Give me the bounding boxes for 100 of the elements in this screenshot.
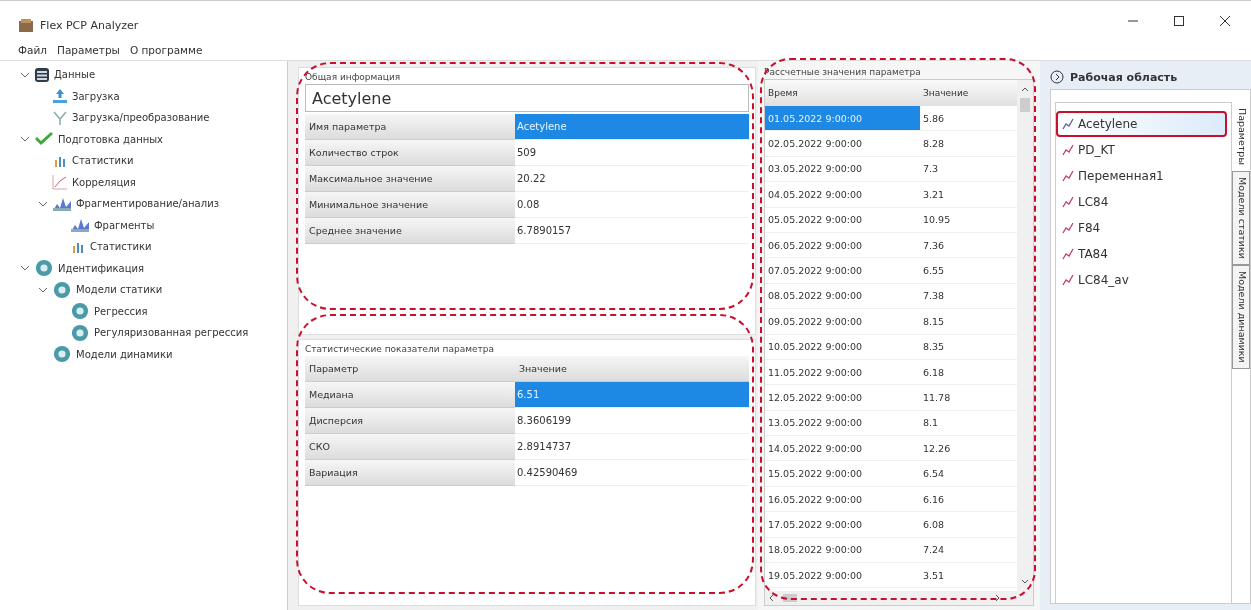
tree-item[interactable]: Идентификация [58, 262, 144, 274]
line-chart-icon [1062, 274, 1074, 286]
table-cell[interactable]: 14.05.2022 9:00:00 [765, 436, 920, 461]
row-header: Минимальное значение [305, 192, 515, 218]
menu-item[interactable]: Файл [18, 44, 47, 56]
table-cell-text: 7.38 [922, 289, 946, 304]
parameter-item[interactable]: TA84 [1056, 241, 1227, 267]
table-cell-text: 8.35 [922, 340, 946, 355]
table-cell[interactable]: 19.05.2022 9:00:00 [765, 563, 920, 588]
row-header: СКО [305, 433, 515, 460]
row-header: Среднее значение [305, 218, 515, 244]
vertical-scrollbar[interactable] [1017, 80, 1033, 605]
side-tab[interactable]: Модели статики [1232, 170, 1250, 265]
table-cell-text: 11.78 [922, 391, 952, 405]
table-cell-text: 6.55 [922, 264, 946, 279]
scroll-left-icon[interactable] [768, 594, 776, 602]
scrollbar-thumb[interactable] [1020, 98, 1030, 112]
table-cell[interactable]: 13.05.2022 9:00:00 [765, 410, 920, 436]
table-cell[interactable]: 04.05.2022 9:00:00 [765, 182, 920, 207]
gear-icon [52, 280, 72, 299]
tree-item[interactable]: Корреляция [72, 176, 136, 188]
parameter-item[interactable]: PD_KT [1056, 137, 1227, 163]
table-cell-text: 3.51 [922, 568, 946, 583]
window-title: Flex PCP Analyzer [40, 19, 139, 32]
parameter-item[interactable]: F84 [1056, 215, 1227, 241]
line-chart-icon [1062, 144, 1074, 156]
tree-item[interactable]: Модели динамики [76, 348, 173, 360]
line-chart-icon [1062, 118, 1074, 130]
table-cell[interactable]: 6.7890157 [515, 218, 749, 244]
table-cell[interactable]: 09.05.2022 9:00:00 [765, 309, 920, 334]
table-cell[interactable]: 02.05.2022 9:00:00 [765, 131, 920, 156]
line-chart-icon [1062, 222, 1074, 234]
table-cell[interactable]: 07.05.2022 9:00:00 [765, 258, 920, 283]
tree-item[interactable]: Регрессия [94, 305, 148, 317]
menu-item[interactable]: О программе [129, 44, 203, 56]
line-chart-icon [1062, 196, 1074, 208]
group-title: Общая информация [305, 72, 402, 82]
table-cell[interactable]: 2.8914737 [515, 433, 749, 460]
side-tab[interactable]: Модели динамики [1232, 264, 1250, 369]
tree-item[interactable]: Фрагментирование/анализ [76, 198, 219, 210]
line-chart-icon [1062, 248, 1074, 260]
table-cell[interactable]: 08.05.2022 9:00:00 [765, 283, 920, 309]
scrollbar-thumb[interactable] [783, 594, 797, 602]
table-cell[interactable]: 01.05.2022 9:00:00 [765, 106, 920, 131]
parameter-item[interactable]: Переменная1 [1056, 163, 1227, 189]
app-icon [18, 17, 34, 34]
scatter-chart-icon [52, 174, 68, 191]
table-cell-text: 7.24 [922, 543, 946, 558]
tree-item[interactable]: Регуляризованная регрессия [94, 327, 249, 339]
column-header: Параметр [305, 355, 515, 382]
scroll-up-icon[interactable] [1021, 86, 1029, 94]
tree-item[interactable]: Статистики [90, 241, 152, 253]
close-icon[interactable] [1219, 14, 1231, 27]
table-cell[interactable]: 15.05.2022 9:00:00 [765, 461, 920, 486]
tree-item[interactable]: Статистики [72, 155, 134, 167]
column-header: Значение [515, 355, 749, 382]
table-cell[interactable]: 06.05.2022 9:00:00 [765, 232, 920, 258]
parameter-item[interactable]: LC84_av [1056, 267, 1227, 293]
tree-item[interactable]: Подготовка данных [58, 133, 164, 145]
tree-item[interactable]: Загрузка/преобразование [72, 112, 210, 124]
row-header: Дисперсия [305, 407, 515, 434]
parameter-item[interactable]: Acetylene [1056, 111, 1227, 137]
table-cell[interactable]: 17.05.2022 9:00:00 [765, 512, 920, 537]
column-header[interactable]: Время [765, 80, 920, 106]
name-field[interactable]: Acetylene [305, 84, 749, 112]
scroll-down-icon[interactable] [1021, 577, 1029, 585]
table-cell[interactable]: 509 [515, 140, 749, 166]
table-cell-text: 8.15 [922, 314, 946, 329]
horizontal-scrollbar[interactable] [765, 591, 1017, 605]
row-header: Количество строк [305, 140, 515, 166]
table-cell[interactable]: 20.22 [515, 166, 749, 192]
table-cell[interactable]: 12.05.2022 9:00:00 [765, 385, 920, 410]
table-cell[interactable]: 16.05.2022 9:00:00 [765, 486, 920, 512]
table-cell[interactable]: 0.42590469 [515, 459, 749, 486]
table-cell-text: 8.1 [922, 416, 940, 431]
upload-icon [52, 88, 68, 105]
table-cell[interactable]: 18.05.2022 9:00:00 [765, 537, 920, 563]
table-cell-text: 6.18 [922, 365, 946, 380]
collapse-panel-icon[interactable] [1050, 70, 1064, 84]
maximize-icon[interactable] [1173, 14, 1185, 27]
table-cell[interactable]: 03.05.2022 9:00:00 [765, 156, 920, 182]
parameter-item[interactable]: LC84 [1056, 189, 1227, 215]
table-cell[interactable]: 10.05.2022 9:00:00 [765, 334, 920, 359]
tree-item[interactable]: Модели статики [76, 284, 163, 296]
filter-icon [52, 109, 68, 126]
column-header[interactable]: Значение [920, 80, 1017, 106]
scroll-right-icon[interactable] [993, 594, 1001, 602]
tree-item[interactable]: Загрузка [72, 90, 120, 102]
table-cell[interactable]: 8.3606199 [515, 407, 749, 434]
table-cell[interactable]: 11.05.2022 9:00:00 [765, 359, 920, 385]
table-cell-text: 5.86 [922, 111, 946, 126]
gear-icon [34, 259, 54, 278]
tree-item[interactable]: Фрагменты [94, 219, 155, 231]
table-cell-text: 6.54 [922, 467, 946, 482]
table-cell[interactable]: 0.08 [515, 192, 749, 218]
table-cell-text: 3.21 [922, 187, 946, 202]
table-cell-text: 7.36 [922, 238, 946, 253]
table-cell[interactable]: 05.05.2022 9:00:00 [765, 207, 920, 232]
menu-item[interactable]: Параметры [57, 44, 120, 56]
tree-item[interactable]: Данные [54, 69, 96, 81]
